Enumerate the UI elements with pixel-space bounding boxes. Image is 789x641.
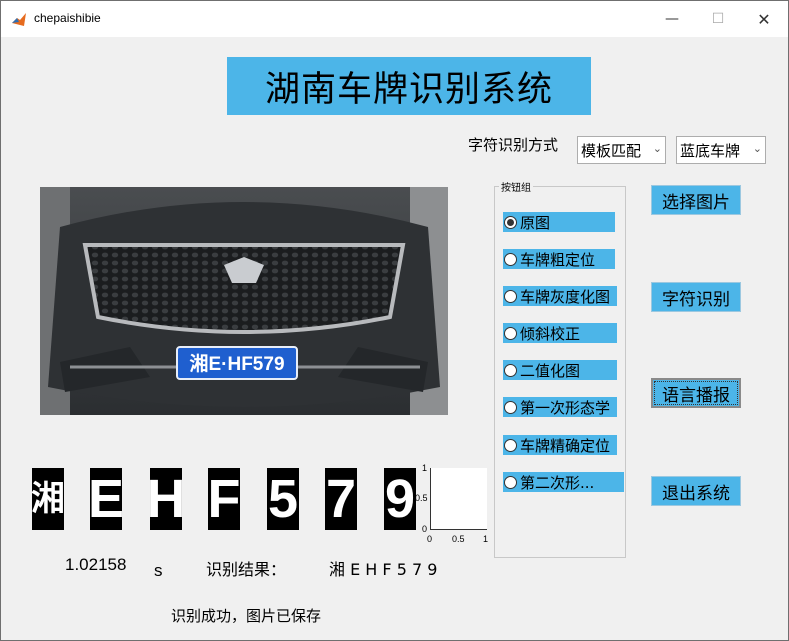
result-label: 识别结果： — [206, 560, 287, 579]
radio-precise-locate[interactable]: 车牌精确定位 — [503, 435, 617, 455]
system-title: 湖南车牌识别系统 — [227, 57, 591, 115]
radio-icon — [504, 400, 517, 414]
close-button[interactable]: ✕ — [741, 1, 787, 37]
method-select[interactable]: 模板匹配 ⌄ — [577, 136, 666, 164]
radio-icon — [504, 475, 517, 489]
maximize-button[interactable]: ☐ — [695, 1, 741, 37]
radio-icon — [504, 252, 517, 266]
button-group: 按钮组 原图 车牌粗定位 车牌灰度化图 倾斜校正 二值化图 第一次形态学 车牌精… — [494, 179, 626, 558]
radio-icon — [504, 438, 517, 452]
char-glyph: 7 — [325, 469, 357, 529]
plate-type-select-value: 蓝底车牌 — [680, 141, 741, 160]
radio-label: 车牌精确定位 — [520, 436, 611, 455]
char-image-2: E — [90, 468, 122, 530]
char-image-6: 7 — [325, 468, 357, 530]
plate-type-select[interactable]: 蓝底车牌 ⌄ — [676, 136, 766, 164]
radio-icon — [504, 215, 517, 229]
char-glyph: 9 — [384, 469, 416, 529]
y-tick-label: 0 — [422, 524, 428, 534]
char-image-3: H — [150, 468, 182, 530]
title-bar: chepaishibie — ☐ ✕ — [1, 1, 788, 37]
elapsed-time: 1.02158 — [65, 555, 127, 574]
plate-text: 湘E·HF579 — [189, 352, 284, 375]
elapsed-unit: s — [154, 561, 163, 580]
radio-label: 二值化图 — [520, 361, 581, 380]
status-message: 识别成功，图片已保存 — [171, 607, 322, 625]
char-image-4: F — [208, 468, 240, 530]
radio-label: 第一次形态学 — [520, 398, 611, 417]
radio-icon — [504, 289, 517, 303]
app-window: chepaishibie — ☐ ✕ 湖南车牌识别系统 字符识别方式 模板匹配 … — [0, 0, 789, 641]
radio-morph-1[interactable]: 第一次形态学 — [503, 397, 617, 417]
char-recognize-button[interactable]: 字符识别 — [651, 282, 741, 312]
window-title: chepaishibie — [34, 11, 101, 25]
char-glyph: 湘 — [32, 480, 64, 518]
car-photo: 湘E·HF579 — [40, 187, 448, 415]
chevron-down-icon: ⌄ — [752, 142, 762, 155]
char-glyph: E — [90, 469, 122, 529]
radio-label: 车牌灰度化图 — [520, 287, 611, 306]
radio-label: 车牌粗定位 — [520, 250, 596, 269]
method-select-value: 模板匹配 — [581, 141, 642, 160]
y-tick-label: 0.5 — [415, 493, 428, 503]
char-image-1: 湘 — [32, 468, 64, 530]
voice-broadcast-button[interactable]: 语言播报 — [651, 378, 741, 408]
radio-morph-2[interactable]: 第二次形... — [503, 472, 624, 492]
radio-icon — [504, 363, 517, 377]
result-value: 湘 E H F 5 7 9 — [329, 560, 438, 579]
minimize-button[interactable]: — — [649, 1, 695, 37]
y-tick-label: 1 — [422, 463, 428, 473]
radio-original[interactable]: 原图 — [503, 212, 615, 232]
radio-binarize[interactable]: 二值化图 — [503, 360, 617, 380]
x-tick-label: 0.5 — [452, 534, 465, 544]
radio-coarse-locate[interactable]: 车牌粗定位 — [503, 249, 615, 269]
matlab-icon — [12, 13, 26, 26]
group-legend: 按钮组 — [499, 179, 533, 194]
x-tick-label: 1 — [483, 534, 489, 544]
select-image-button[interactable]: 选择图片 — [651, 185, 741, 215]
radio-label: 倾斜校正 — [520, 324, 581, 343]
char-image-5: 5 — [267, 468, 299, 530]
radio-tilt-correct[interactable]: 倾斜校正 — [503, 323, 617, 343]
radio-label: 第二次形... — [520, 473, 595, 492]
radio-icon — [504, 326, 517, 340]
radio-label: 原图 — [520, 213, 551, 232]
char-glyph: F — [208, 469, 240, 529]
exit-button[interactable]: 退出系统 — [651, 476, 741, 506]
radio-grayscale[interactable]: 车牌灰度化图 — [503, 286, 617, 306]
char-glyph: H — [150, 469, 182, 529]
empty-axes — [430, 468, 487, 530]
chevron-down-icon: ⌄ — [652, 142, 662, 155]
car-image: 湘E·HF579 — [40, 187, 448, 415]
x-tick-label: 0 — [427, 534, 433, 544]
char-image-7: 9 — [384, 468, 416, 530]
char-glyph: 5 — [267, 469, 299, 529]
method-label: 字符识别方式 — [468, 136, 559, 154]
